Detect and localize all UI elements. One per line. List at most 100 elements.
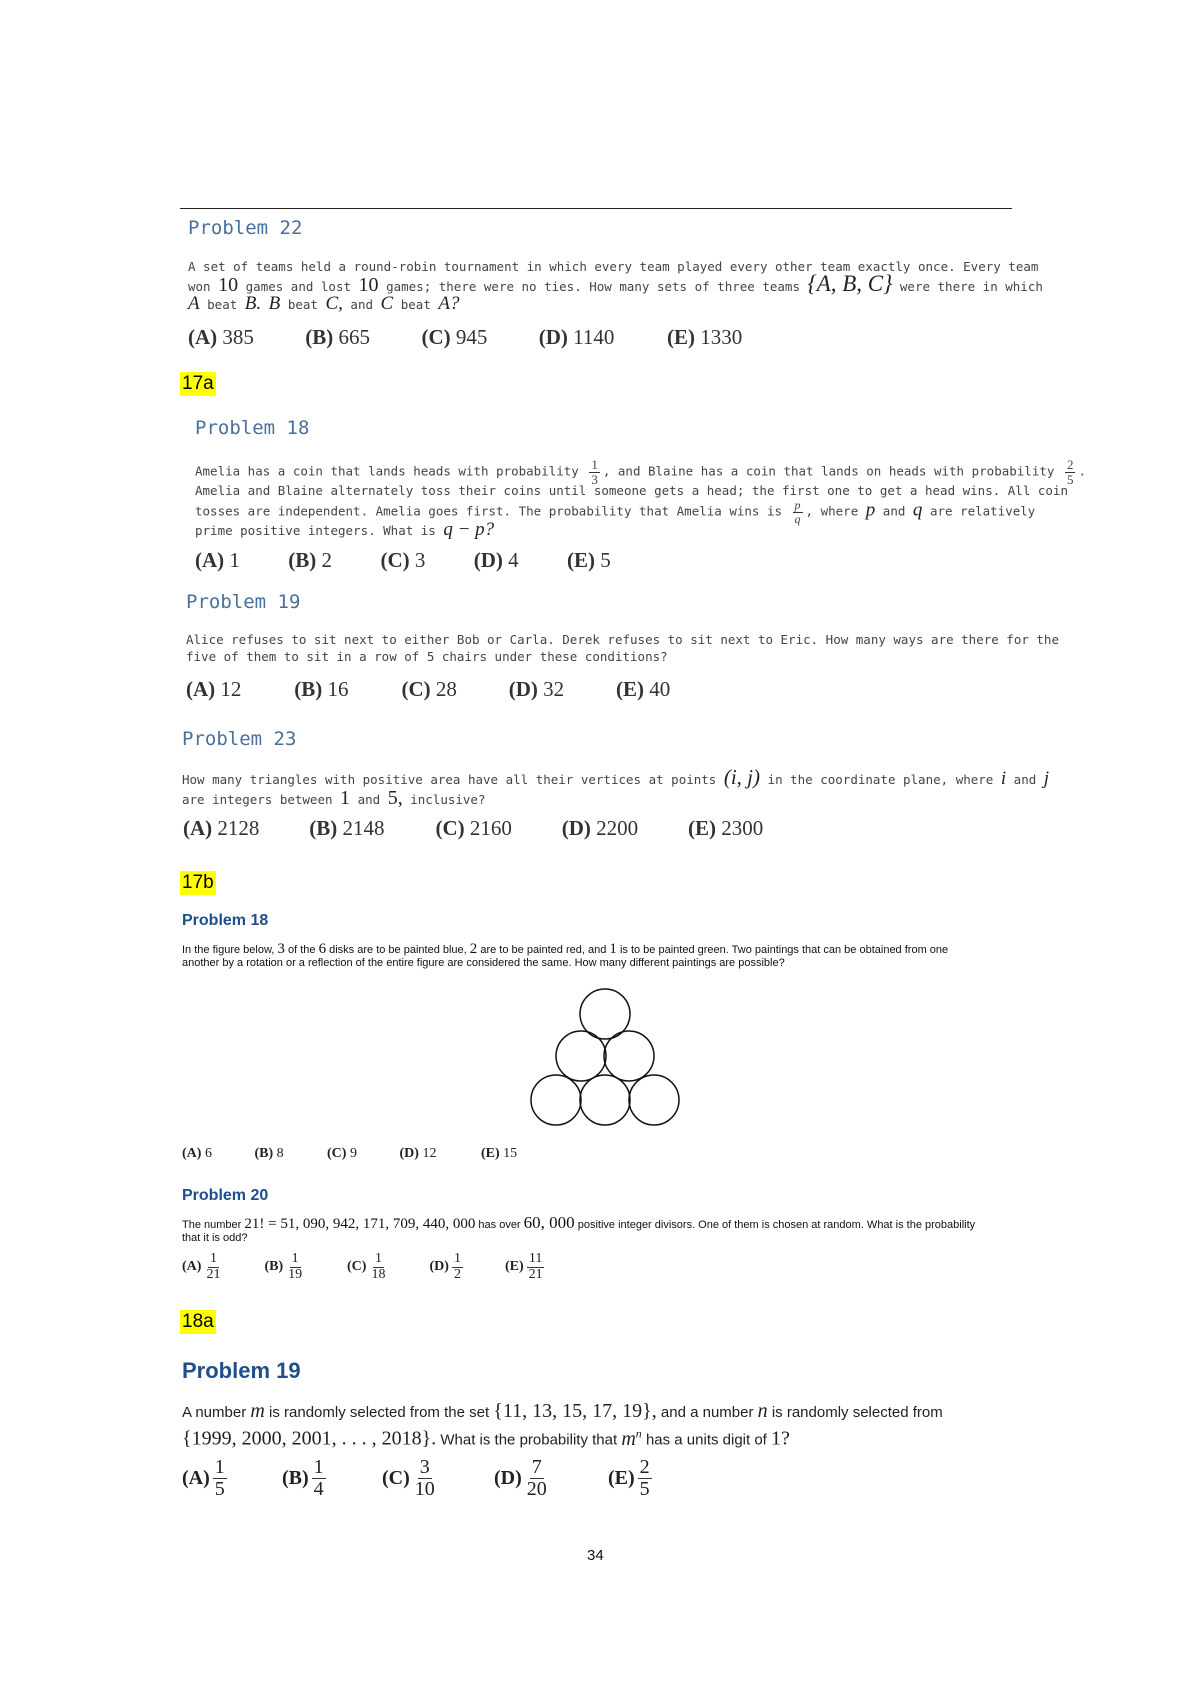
text-fragment: of the [287,944,316,956]
text-fragment: are relatively [929,503,1036,519]
text-fragment: where [820,503,859,519]
problem-19b-title: Problem 19 [182,1358,301,1383]
text-fragment: prime positive integers. What is [195,523,436,538]
text-fragment: and Blaine has a coin that lands on head… [617,463,1055,479]
answer-choice: (E) 5 [567,548,611,572]
answer-choice: (D) 4 [473,548,519,572]
math-number: 3 [277,941,285,957]
math-number: 10 [358,274,379,296]
top-rule [180,208,1012,209]
answer-choice: (D) 1 2 [429,1251,463,1282]
math-power: mn [621,1426,642,1450]
disk-triangle-figure [530,988,680,1126]
text-fragment: A number [182,1404,247,1421]
answer-choice: (A) 12 [186,677,242,701]
answer-choice: (E) 40 [616,677,671,701]
math-number: 1 [609,941,617,957]
math-set: {11, 13, 15, 17, 19}, [493,1400,657,1422]
problem-23-title: Problem 23 [182,728,297,750]
text-fragment: and [357,792,381,807]
answer-choice: (B) 2148 [309,816,385,840]
answer-choice: (C) 3 10 [382,1456,435,1500]
text-fragment: is randomly selected from [771,1404,943,1421]
math-number: 2 [469,941,478,957]
problem-19-text-line2: five of them to sit in a row of 5 chairs… [186,649,668,664]
answer-choice: (A) 6 [182,1146,212,1161]
math-var: q [912,499,923,521]
text-fragment: beat [207,297,238,312]
answer-choice: (A) 1 [195,548,240,572]
answer-choice: (A) 385 [188,325,254,349]
math-number: 1? [771,1427,790,1450]
problem-18-title: Problem 18 [195,417,310,439]
math-var: m [250,1400,265,1422]
text-fragment: tosses are independent. Amelia goes firs… [195,503,782,519]
text-fragment: in the coordinate plane, where [767,772,994,787]
math-expression: q − p? [443,519,495,540]
answer-choice: (E) 2 5 [608,1456,652,1500]
problem-19b-choices: (A) 1 5 (B) 1 4 (C) 3 10 (D) 7 20 (E) 2 5 [182,1457,655,1500]
math-number: 60, 000 [523,1213,575,1232]
problem-22-choices: (A) 385 (B) 665 (C) 945 (D) 1140 (E) 133… [188,325,742,350]
problem-23-text-line2: are integers between 1 and 5, inclusive? [182,787,485,809]
section-tag-17b: 17b [180,871,216,895]
answer-choice: (D) 2200 [561,816,639,840]
answer-choice: (B) 2 [288,548,332,572]
answer-choice: (D) 32 [508,677,565,701]
text-fragment: were there in which [899,279,1043,294]
math-number: 6 [318,941,327,957]
problem-18b-text-line2: another by a rotation or a reflection of… [182,957,785,969]
math-var: C [380,293,394,314]
answer-choice: (D) 7 20 [494,1456,547,1500]
text-fragment: games; there were no ties. How many sets… [386,279,800,294]
math-point: (i, j) [723,765,761,789]
math-var: i [1000,768,1007,789]
text-fragment: positive integer divisors. One of them i… [577,1219,976,1231]
text-fragment: What is the probability that [440,1431,618,1449]
text-fragment: How many triangles with positive area ha… [182,772,717,787]
disk-middle-left [555,1030,607,1082]
text-fragment: won [188,279,211,294]
problem-18b-title: Problem 18 [182,912,269,929]
problem-18-choices: (A) 1 (B) 2 (C) 3 (D) 4 (E) 5 [195,548,611,573]
math-number: 5, [387,787,403,809]
section-tag-18a: 18a [180,1310,216,1334]
math-var: B. [244,293,262,314]
text-fragment: The number [182,1219,242,1231]
problem-20-choices: (A) 1 21 (B) 1 19 (C) 1 18 (D) 1 2 (E) 11 21 [182,1251,548,1282]
answer-choice: (B) 665 [305,325,370,349]
page-number: 34 [587,1547,604,1564]
answer-choice: (E) 1330 [667,325,743,349]
disk-bottom-right [628,1074,680,1126]
text-fragment: disks are to be painted blue, [329,944,467,956]
problem-19-choices: (A) 12 (B) 16 (C) 28 (D) 32 (E) 40 [186,677,670,702]
problem-18-text-line2: Amelia and Blaine alternately toss their… [195,483,1068,498]
answer-choice: (A) 1 5 [182,1456,227,1500]
text-fragment: games and lost [245,279,351,294]
math-var: p [865,499,876,521]
answer-choice: (B) 16 [294,677,349,701]
answer-choice: (E) 2300 [688,816,764,840]
problem-18b-choices: (A) 6 (B) 8 (C) 9 (D) 12 (E) 15 [182,1146,517,1162]
text-fragment: beat [287,297,318,312]
problem-22-text-line2: won 10 games and lost 10 games; there we… [188,271,1043,296]
problem-22-title: Problem 22 [188,217,303,239]
text-fragment: and [1013,772,1037,787]
problem-23-choices: (A) 2128 (B) 2148 (C) 2160 (D) 2200 (E) … [183,816,763,841]
text-fragment: and a number [660,1404,754,1421]
problem-22-text-line3: A beat B. B beat C, and C beat A? [188,294,460,314]
problem-19b-text-line2: {1999, 2000, 2001, . . . , 2018}. What i… [182,1422,790,1452]
text-fragment: In the figure below, [182,944,275,956]
text-fragment: has over [478,1219,521,1231]
text-fragment: is randomly selected from the set [269,1404,490,1421]
answer-choice: (B) 1 19 [264,1251,303,1282]
disk-bottom-left [530,1074,582,1126]
answer-choice: (D) 1140 [538,325,615,349]
problem-18b-text-line1: In the figure below, 3 of the 6 disks ar… [182,941,948,957]
answer-choice: (C) 945 [421,325,488,349]
answer-choice: (C) 1 18 [347,1251,386,1282]
answer-choice: (C) 9 [327,1146,357,1161]
math-set: {A, B, C} [807,271,893,296]
math-expression: 21! = 51, 090, 942, 171, 709, 440, 000 [244,1216,476,1232]
answer-choice: (B) 1 4 [282,1456,326,1500]
